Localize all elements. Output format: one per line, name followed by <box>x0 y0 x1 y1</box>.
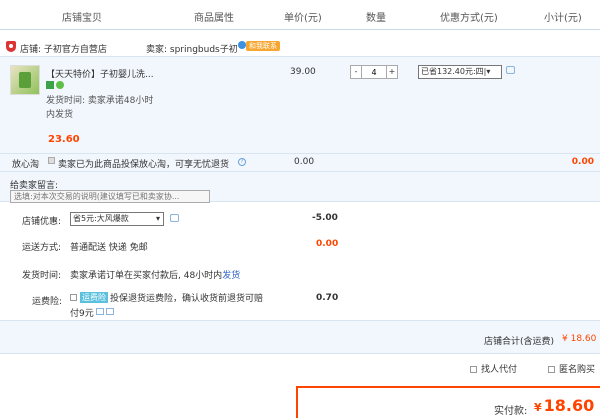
shop-icon <box>6 41 16 52</box>
shop-row: 店铺: 子初官方自营店 卖家: springbuds子初 和我联系 <box>6 40 596 56</box>
delivery-fee: 0.00 <box>316 239 339 249</box>
shop-name-link[interactable]: 店铺: 子初官方自营店 <box>20 42 107 55</box>
checkbox-icon[interactable] <box>470 366 477 373</box>
pay-label: 实付款: <box>494 406 528 417</box>
checkbox-icon[interactable] <box>548 366 555 373</box>
message-input[interactable] <box>10 190 210 203</box>
col-quantity: 数量 <box>366 13 386 24</box>
chat-icon[interactable] <box>238 41 246 49</box>
currency-symbol: ¥ <box>534 401 542 414</box>
delivery-row: 运送方式: 普通配送 快递 免邮 0.00 <box>0 234 600 258</box>
help-icon[interactable] <box>96 308 104 315</box>
freight-insurance-text: 投保退货运费险，确认收货前退货可赔 <box>110 294 264 304</box>
quantity-stepper: - + <box>350 65 398 79</box>
freight-insurance-text-2: 付9元 <box>70 309 94 319</box>
shop-discount-row: 店铺优惠: 省5元:大风爆款 -5.00 <box>0 208 600 232</box>
col-subtotal: 小计(元) <box>544 13 582 24</box>
proxy-pay-option[interactable]: 找人代付 <box>470 362 517 375</box>
worry-free-total: 0.00 <box>571 157 594 167</box>
worry-free-text: 卖家已为此商品投保放心淘，可享无忧退货 <box>58 160 230 170</box>
quantity-input[interactable] <box>362 65 386 79</box>
contact-seller-badge[interactable]: 和我联系 <box>246 41 280 51</box>
service-tag-icon <box>56 81 64 89</box>
quantity-plus-button[interactable]: + <box>386 65 398 79</box>
ship-time-link[interactable]: 发货 <box>222 271 240 281</box>
cart-header: 店铺宝贝 商品属性 单价(元) 数量 优惠方式(元) 小计(元) <box>0 0 600 30</box>
freight-insurance-label: 运费险: <box>32 297 63 307</box>
checkbox-icon <box>48 157 55 164</box>
delivery-method: 普通配送 快递 免邮 <box>70 243 148 253</box>
subtotal-value: ¥ 18.60 <box>562 334 597 344</box>
item-price: 23.60 <box>48 134 80 145</box>
shop-discount-select[interactable]: 省5元:大风爆款 <box>70 212 164 226</box>
service-tag-icon <box>46 81 54 89</box>
help-icon[interactable]: ? <box>238 158 246 166</box>
shop-discount-label: 店铺优惠: <box>22 217 62 227</box>
item-ship-time: 发货时间: 卖家承诺48小时内发货 <box>46 96 154 120</box>
shop-subtotal-row: 店铺合计(含运费) ¥ 18.60 <box>0 320 600 354</box>
subtotal-label: 店铺合计(含运费) <box>484 337 555 347</box>
comment-icon[interactable] <box>506 66 515 74</box>
delivery-label: 运送方式: <box>22 243 62 253</box>
product-title-link[interactable]: 【天天特价】子初婴儿洗... <box>46 67 156 80</box>
freight-insurance-badge: 运费险 <box>80 292 108 303</box>
comment-icon[interactable] <box>106 308 114 315</box>
worry-free-label: 放心淘 <box>12 160 40 170</box>
promo-select[interactable]: 已省132.40元:四|▾ <box>418 65 502 79</box>
anonymous-buy-label: 匿名购买 <box>559 365 596 375</box>
col-shop-item: 店铺宝贝 <box>62 13 102 24</box>
seller-message-row: 给卖家留言: <box>0 171 600 203</box>
quantity-minus-button[interactable]: - <box>350 65 362 79</box>
pay-amount: ¥18.60 <box>534 396 594 415</box>
product-thumbnail[interactable] <box>10 65 40 95</box>
unit-price: 39.00 <box>290 67 316 77</box>
col-unit-price: 单价(元) <box>284 13 322 24</box>
pay-value: 18.60 <box>543 396 595 415</box>
ship-time-label: 发货时间: <box>22 271 62 281</box>
shop-discount-value: -5.00 <box>312 213 338 223</box>
col-attributes: 商品属性 <box>194 13 234 24</box>
freight-insurance-row: 运费险: 运费险 投保退货运费险，确认收货前退货可赔 付9元 0.70 <box>0 288 600 319</box>
proxy-pay-label: 找人代付 <box>481 365 518 375</box>
seller-name[interactable]: 卖家: springbuds子初 <box>146 42 238 55</box>
anonymous-buy-option[interactable]: 匿名购买 <box>548 362 595 375</box>
ship-time-row: 发货时间: 卖家承诺订单在买家付款后, 48小时内发货 <box>0 262 600 286</box>
worry-free-row: 放心淘 卖家已为此商品投保放心淘，可享无忧退货 ? 0.00 0.00 <box>0 153 600 171</box>
freight-insurance-checkbox[interactable] <box>70 294 77 301</box>
worry-free-price: 0.00 <box>294 157 315 167</box>
order-item-block: 【天天特价】子初婴儿洗... 发货时间: 卖家承诺48小时内发货 23.60 3… <box>0 56 600 203</box>
ship-time-text: 卖家承诺订单在买家付款后, 48小时内发货 <box>70 268 240 281</box>
freight-insurance-fee: 0.70 <box>316 293 339 303</box>
ship-time-sentence: 卖家承诺订单在买家付款后, 48小时内 <box>70 271 223 281</box>
pay-total-box: 实付款: ¥18.60 <box>296 386 600 418</box>
col-discount: 优惠方式(元) <box>440 13 498 24</box>
comment-icon[interactable] <box>170 214 179 222</box>
